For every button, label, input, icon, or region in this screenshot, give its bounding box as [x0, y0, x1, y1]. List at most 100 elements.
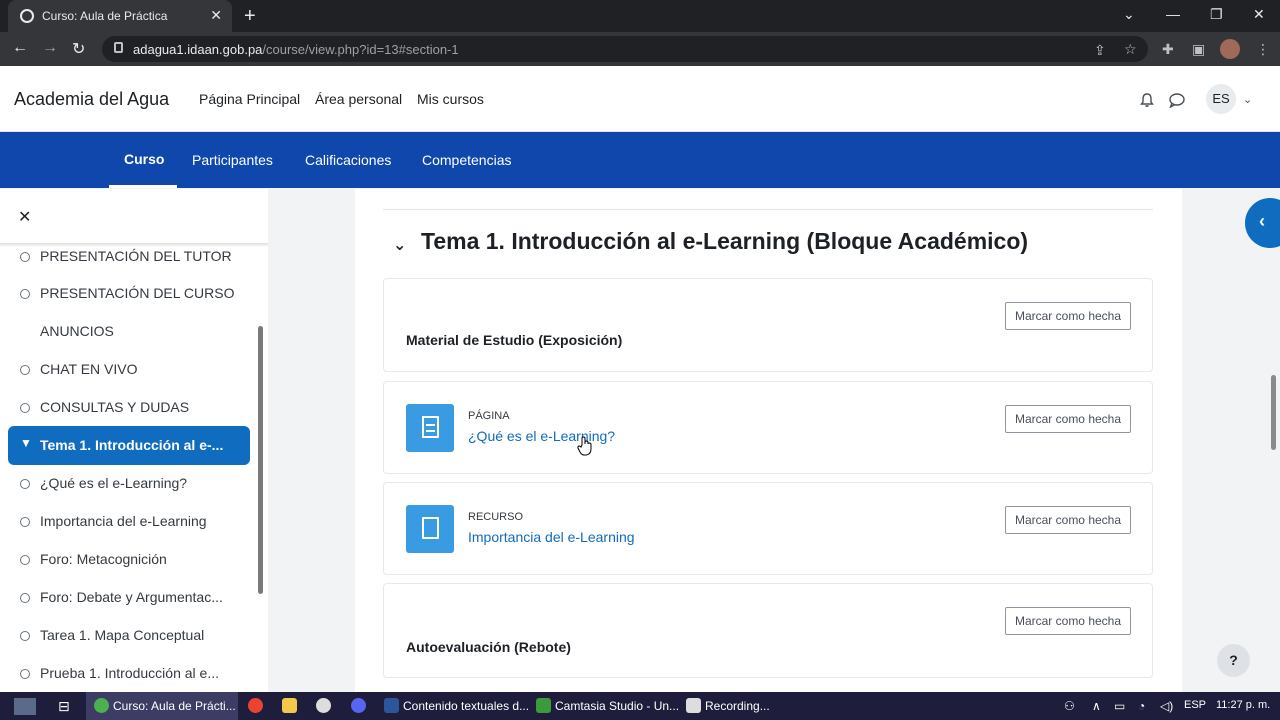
- side-panel-icon[interactable]: ▣: [1192, 41, 1205, 58]
- label-title: Autoevaluación (Rebote): [406, 639, 571, 655]
- chrome-icon: [94, 698, 109, 713]
- circle-icon: [20, 252, 30, 262]
- page-icon: [406, 404, 454, 452]
- nav-dashboard[interactable]: Área personal: [315, 91, 402, 107]
- mark-done-button[interactable]: Marcar como hecha: [1005, 607, 1131, 635]
- help-button[interactable]: ?: [1217, 644, 1250, 677]
- word-icon[interactable]: [384, 698, 399, 713]
- label-title: Material de Estudio (Exposición): [406, 332, 623, 348]
- mark-done-button[interactable]: Marcar como hecha: [1005, 405, 1131, 433]
- tab-course[interactable]: Curso: [124, 151, 164, 167]
- circle-icon: [20, 669, 30, 679]
- activity-type: RECURSO: [468, 511, 524, 523]
- clock[interactable]: 11:27 p. m.: [1216, 699, 1270, 711]
- taskbar-item-camtasia[interactable]: Camtasia Studio - Un...: [555, 699, 679, 713]
- circle-icon: [20, 631, 30, 641]
- task-view-icon[interactable]: ⊟: [58, 698, 70, 715]
- folder-icon[interactable]: [282, 698, 297, 713]
- start-icon[interactable]: [14, 698, 36, 715]
- tab-close-icon[interactable]: ✕: [210, 7, 222, 24]
- profile-avatar[interactable]: [1220, 39, 1240, 59]
- share-icon[interactable]: ⇪: [1094, 42, 1106, 59]
- recording-icon[interactable]: [686, 698, 701, 713]
- site-brand[interactable]: Academia del Agua: [14, 89, 169, 110]
- new-tab-button[interactable]: +: [244, 5, 256, 28]
- back-icon[interactable]: ←: [12, 39, 28, 57]
- chevron-left-icon: ‹: [1259, 211, 1265, 231]
- circle-icon: [20, 517, 30, 527]
- file-icon: [406, 505, 454, 553]
- url-text: adagua1.idaan.gob.pa/course/view.php?id=…: [133, 42, 459, 57]
- taskbar-item-word[interactable]: Contenido textuales d...: [403, 699, 529, 713]
- taskbar-item-recording[interactable]: Recording...: [705, 699, 770, 713]
- active-tab-indicator: [109, 185, 177, 188]
- people-icon[interactable]: ⚇: [1064, 699, 1075, 713]
- os-taskbar: ⊟ Curso: Aula de Prácti... Contenido tex…: [0, 692, 1280, 720]
- course-nav: Curso Participantes Calificaciones Compe…: [0, 132, 1280, 188]
- photos-icon[interactable]: [316, 698, 331, 713]
- bookmark-star-icon[interactable]: ☆: [1124, 41, 1137, 58]
- chrome-icon[interactable]: [248, 698, 263, 713]
- mark-done-button[interactable]: Marcar como hecha: [1005, 506, 1131, 534]
- tray-chevron-icon[interactable]: ∧: [1092, 699, 1101, 713]
- nav-my-courses[interactable]: Mis cursos: [417, 91, 484, 107]
- forward-icon[interactable]: →: [42, 39, 58, 57]
- tab-competencies[interactable]: Competencias: [422, 152, 512, 168]
- volume-icon[interactable]: ◁): [1160, 699, 1173, 713]
- address-bar-row: ← → ↻ adagua1.idaan.gob.pa/course/view.p…: [0, 32, 1280, 66]
- site-header: Academia del Agua Página Principal Área …: [0, 66, 1280, 132]
- close-drawer-icon[interactable]: ✕: [18, 207, 31, 227]
- course-index-section-active[interactable]: ▼ Tema 1. Introducción al e-...: [8, 426, 250, 465]
- bell-icon[interactable]: [1139, 92, 1155, 108]
- extensions-icon[interactable]: ✚: [1162, 41, 1174, 58]
- tab-search-icon[interactable]: ⌄: [1123, 6, 1135, 23]
- right-rail: [1182, 189, 1280, 692]
- activity-card: PÁGINA ¿Qué es el e-Learning? Marcar com…: [383, 381, 1153, 474]
- label-card: Marcar como hecha Autoevaluación (Rebote…: [383, 583, 1153, 678]
- circle-icon: [20, 403, 30, 413]
- close-window-icon[interactable]: ✕: [1253, 6, 1265, 23]
- chat-icon[interactable]: [1168, 92, 1186, 108]
- circle-icon: [20, 479, 30, 489]
- url-input[interactable]: adagua1.idaan.gob.pa/course/view.php?id=…: [102, 36, 1148, 62]
- nav-home[interactable]: Página Principal: [199, 91, 300, 107]
- tab-title: Curso: Aula de Práctica: [42, 9, 168, 23]
- document-lines: [426, 424, 435, 432]
- browser-tab[interactable]: Curso: Aula de Práctica ✕: [8, 0, 232, 32]
- section-title: Tema 1. Introducción al e-Learning (Bloq…: [421, 228, 1029, 254]
- circle-icon: [20, 555, 30, 565]
- discord-icon[interactable]: [351, 698, 366, 713]
- battery-icon[interactable]: ▭: [1114, 699, 1125, 713]
- taskbar-item-chrome[interactable]: Curso: Aula de Prácti...: [86, 692, 238, 720]
- section-divider: [383, 209, 1153, 210]
- input-language[interactable]: ESP: [1184, 699, 1206, 711]
- tab-grades[interactable]: Calificaciones: [305, 152, 391, 168]
- activity-card: RECURSO Importancia del e-Learning Marca…: [383, 482, 1153, 575]
- wifi-icon[interactable]: ◔: [1138, 699, 1145, 713]
- drawer-divider: [0, 243, 268, 247]
- activity-link[interactable]: ¿Qué es el e-Learning?: [468, 428, 615, 444]
- activity-link[interactable]: Importancia del e-Learning: [468, 529, 635, 545]
- mark-done-button[interactable]: Marcar como hecha: [1005, 302, 1131, 330]
- language-avatar[interactable]: ES: [1206, 84, 1236, 114]
- drawer-scrollbar[interactable]: [258, 326, 263, 594]
- minimize-icon[interactable]: —: [1166, 6, 1180, 22]
- label-card: Marcar como hecha Material de Estudio (E…: [383, 278, 1153, 372]
- camtasia-icon[interactable]: [536, 698, 551, 713]
- restore-icon[interactable]: ❐: [1210, 6, 1223, 23]
- course-index-drawer: ✕ PRESENTACIÓN DEL TUTOR PRESENTACIÓN DE…: [0, 189, 268, 692]
- collapse-section-icon[interactable]: ⌄: [393, 235, 406, 255]
- page-scrollbar[interactable]: [1271, 375, 1276, 450]
- chevron-down-icon[interactable]: ▼: [20, 436, 32, 450]
- circle-icon: [20, 365, 30, 375]
- circle-icon: [20, 593, 30, 603]
- circle-icon: [20, 289, 30, 299]
- menu-icon[interactable]: ⋮: [1256, 41, 1270, 58]
- document-shape: [422, 517, 439, 539]
- activity-type: PÁGINA: [468, 410, 510, 422]
- tab-participants[interactable]: Participantes: [192, 152, 273, 168]
- chevron-down-icon[interactable]: ⌄: [1243, 93, 1252, 106]
- hand-cursor-icon: [577, 436, 592, 456]
- reload-icon[interactable]: ↻: [72, 39, 85, 59]
- lock-icon: [114, 42, 123, 53]
